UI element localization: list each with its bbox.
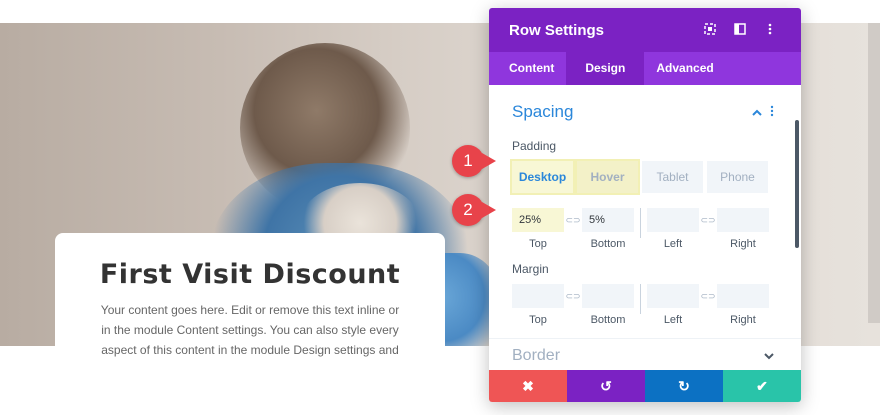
panel-header: Row Settings	[489, 8, 801, 52]
margin-top-input[interactable]	[512, 284, 564, 308]
sidebar-layout-icon[interactable]	[725, 22, 755, 38]
undo-icon: ↺	[600, 377, 612, 394]
card-title: First Visit Discount	[99, 259, 401, 290]
section-options-icon[interactable]	[766, 105, 778, 120]
panel-title: Row Settings	[509, 21, 605, 39]
padding-bottom-label: Bottom	[590, 238, 626, 250]
padding-left-input[interactable]	[647, 208, 699, 232]
chevron-down-icon[interactable]	[760, 349, 778, 363]
spacing-section-header[interactable]: Spacing	[512, 85, 778, 139]
padding-left-label: Left	[663, 238, 683, 250]
margin-right-label: Right	[730, 314, 756, 326]
close-icon: ✖	[522, 377, 534, 394]
padding-right-input[interactable]	[717, 208, 769, 232]
device-tab-desktop[interactable]: Desktop	[510, 159, 575, 195]
padding-top-input[interactable]	[512, 208, 564, 232]
border-title: Border	[512, 346, 561, 364]
device-tab-hover[interactable]: Hover	[575, 159, 640, 195]
page-scroll-edge	[868, 23, 880, 323]
margin-bottom-input[interactable]	[582, 284, 634, 308]
undo-button[interactable]: ↺	[567, 370, 645, 402]
panel-scrollbar[interactable]	[795, 120, 799, 248]
link-icon[interactable]: ⊂⊃	[564, 284, 582, 308]
tab-design[interactable]: Design	[566, 52, 645, 85]
border-section-header[interactable]: Border	[489, 338, 801, 372]
padding-bottom-input[interactable]	[582, 208, 634, 232]
more-vertical-icon[interactable]	[755, 23, 785, 38]
callout-badge: 1	[452, 145, 496, 177]
link-icon[interactable]: ⊂⊃	[699, 284, 717, 308]
margin-label: Margin	[512, 262, 549, 276]
chevron-up-icon[interactable]	[748, 105, 766, 119]
device-tab-phone[interactable]: Phone	[707, 161, 768, 193]
tab-content[interactable]: Content	[497, 52, 566, 85]
cancel-button[interactable]: ✖	[489, 370, 567, 402]
padding-right-label: Right	[730, 238, 756, 250]
row-settings-panel: Row Settings Content Design Advanced Spa…	[489, 8, 801, 402]
link-icon[interactable]: ⊂⊃	[564, 208, 582, 232]
margin-bottom-label: Bottom	[590, 314, 626, 326]
divider	[640, 208, 641, 238]
content-card[interactable]: First Visit Discount Your content goes h…	[55, 233, 445, 363]
margin-left-label: Left	[663, 314, 683, 326]
page: First Visit Discount Your content goes h…	[0, 0, 880, 415]
padding-top-label: Top	[529, 238, 547, 250]
padding-label: Padding	[512, 139, 557, 153]
margin-inputs: Top ⊂⊃ Bottom Left ⊂⊃ Right	[512, 284, 778, 326]
margin-right-input[interactable]	[717, 284, 769, 308]
redo-icon: ↻	[678, 377, 690, 394]
settings-tabs: Content Design Advanced	[489, 52, 801, 85]
panel-footer: ✖ ↺ ↻ ✔	[489, 370, 801, 402]
panel-body: Spacing Padding Desktop Hover Tablet Pho…	[489, 85, 801, 370]
save-button[interactable]: ✔	[723, 370, 801, 402]
device-tabs: Desktop Hover Tablet Phone	[510, 159, 778, 195]
tab-advanced[interactable]: Advanced	[644, 52, 725, 85]
redo-button[interactable]: ↻	[645, 370, 723, 402]
check-icon: ✔	[756, 377, 768, 394]
callout-badge: 2	[452, 194, 496, 226]
divider	[640, 284, 641, 314]
device-tab-tablet[interactable]: Tablet	[642, 161, 703, 193]
focus-icon[interactable]	[695, 22, 725, 38]
padding-inputs: Top ⊂⊃ Bottom Left ⊂⊃ Right	[512, 208, 778, 250]
margin-top-label: Top	[529, 314, 547, 326]
spacing-title: Spacing	[512, 102, 574, 121]
card-body: Your content goes here. Edit or remove t…	[100, 303, 400, 357]
margin-left-input[interactable]	[647, 284, 699, 308]
link-icon[interactable]: ⊂⊃	[699, 208, 717, 232]
